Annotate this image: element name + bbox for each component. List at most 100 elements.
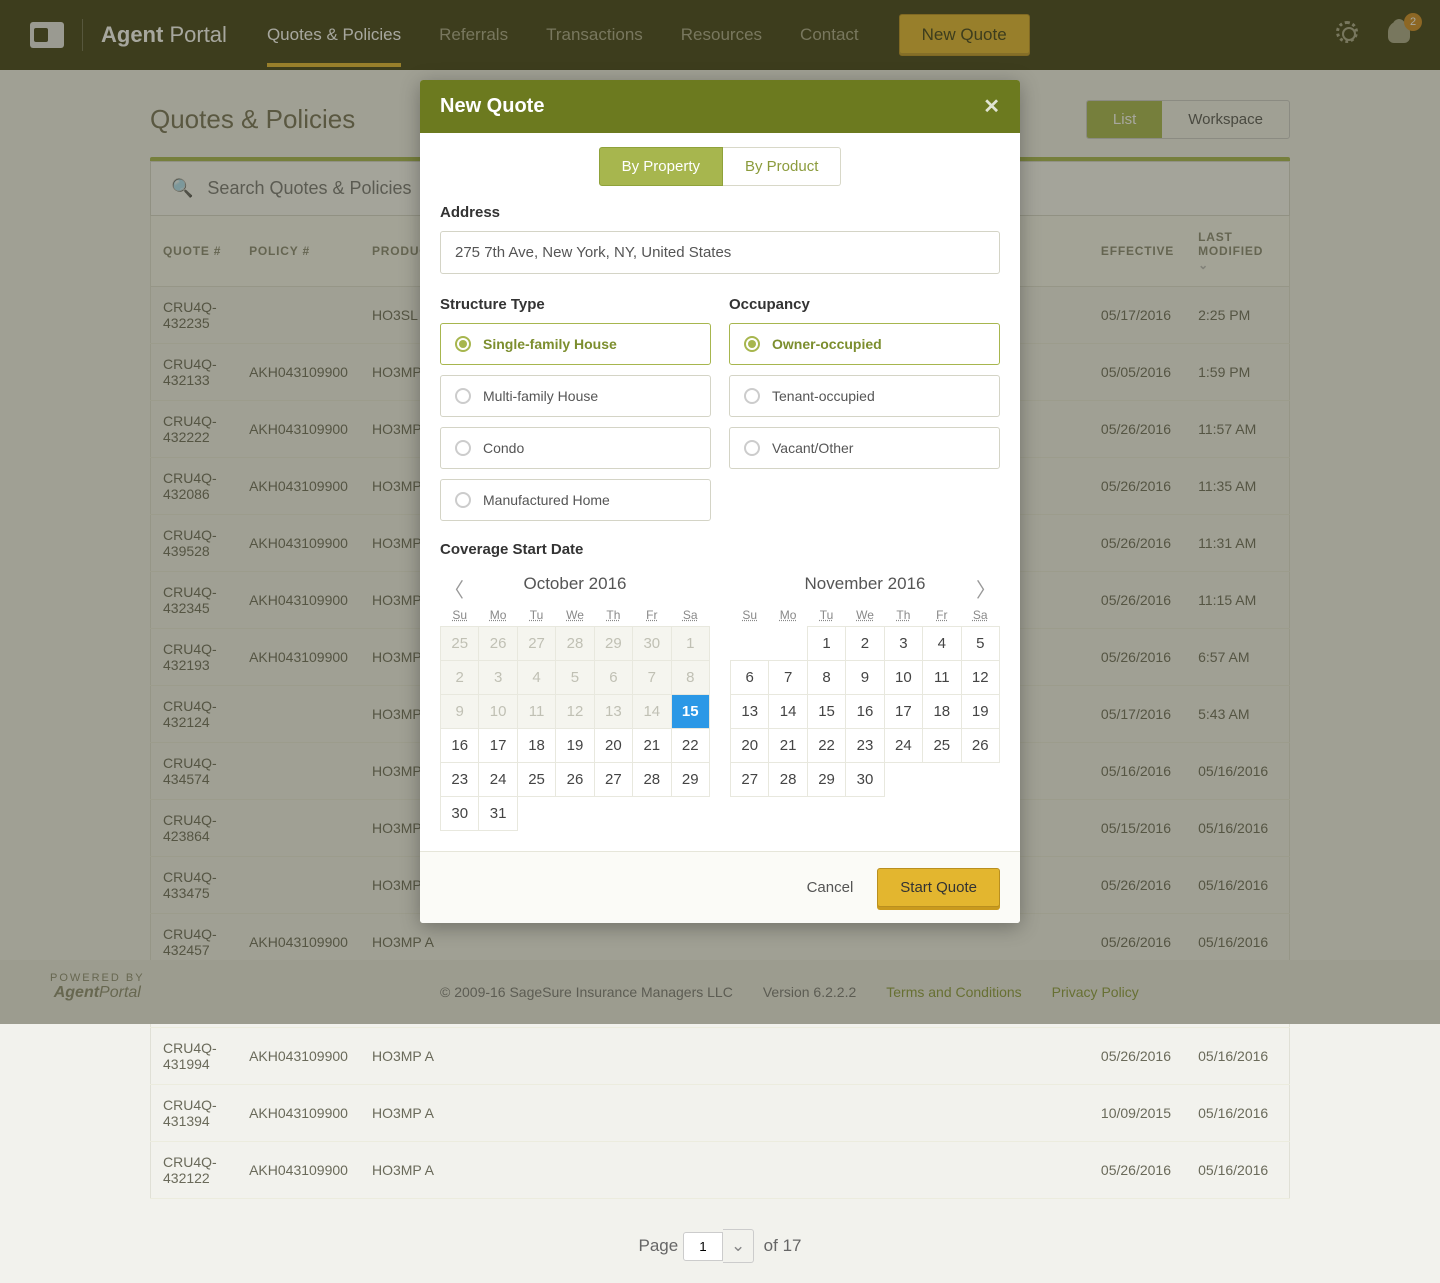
calendar-day[interactable]: 18 [517, 729, 555, 763]
calendar-day[interactable]: 30 [441, 797, 479, 831]
calendar-day[interactable]: 28 [633, 763, 671, 797]
calendar-day[interactable]: 11 [923, 661, 961, 695]
calendar-day[interactable]: 29 [807, 763, 845, 797]
radio-icon [455, 440, 471, 456]
table-row[interactable]: CRU4Q-431394AKH043109900HO3MP A10/09/201… [151, 1085, 1290, 1142]
radio-icon [455, 388, 471, 404]
calendar-day[interactable]: 16 [441, 729, 479, 763]
page-dropdown-button[interactable]: ⌄ [723, 1229, 754, 1263]
label-coverage-start: Coverage Start Date [440, 541, 1000, 558]
calendar-day[interactable]: 21 [633, 729, 671, 763]
calendar-day[interactable]: 1 [807, 627, 845, 661]
calendar-day: 2 [441, 661, 479, 695]
calendar-day[interactable]: 22 [807, 729, 845, 763]
calendar-day: 9 [441, 695, 479, 729]
calendar-day[interactable]: 27 [594, 763, 632, 797]
address-input[interactable] [440, 231, 1000, 274]
calendar-day[interactable]: 18 [923, 695, 961, 729]
calendar-day[interactable]: 19 [556, 729, 594, 763]
structure-manufactured[interactable]: Manufactured Home [440, 479, 711, 521]
day-header: Tu [517, 604, 555, 627]
calendar-day[interactable]: 6 [731, 661, 769, 695]
radio-icon [455, 492, 471, 508]
calendar-day[interactable]: 28 [769, 763, 807, 797]
calendar-day[interactable]: 2 [846, 627, 884, 661]
calendar-day[interactable]: 23 [846, 729, 884, 763]
label-occupancy: Occupancy [729, 296, 1000, 313]
calendar-day[interactable]: 24 [479, 763, 517, 797]
calendar-day: 5 [556, 661, 594, 695]
page-number-input[interactable] [683, 1232, 723, 1261]
label-address: Address [440, 204, 1000, 221]
day-header: Mo [769, 604, 807, 627]
close-icon[interactable]: ✕ [983, 94, 1000, 119]
calendar-day[interactable]: 12 [961, 661, 999, 695]
day-header: Sa [961, 604, 999, 627]
new-quote-modal: New Quote ✕ By Property By Product Addre… [420, 80, 1020, 923]
calendar-day[interactable]: 3 [884, 627, 922, 661]
day-header: We [846, 604, 884, 627]
calendar-day: 27 [517, 627, 555, 661]
calendar-day[interactable]: 9 [846, 661, 884, 695]
occupancy-tenant[interactable]: Tenant-occupied [729, 375, 1000, 417]
calendar-day[interactable]: 25 [923, 729, 961, 763]
calendar-day[interactable]: 26 [961, 729, 999, 763]
calendar-day[interactable]: 20 [731, 729, 769, 763]
calendar-day[interactable]: 30 [846, 763, 884, 797]
calendar-next-button[interactable]: 〉 [968, 570, 1004, 607]
calendar-day[interactable]: 15 [671, 695, 709, 729]
day-header: Mo [479, 604, 517, 627]
tab-by-property[interactable]: By Property [599, 147, 723, 186]
calendar-day: 26 [479, 627, 517, 661]
table-row[interactable]: CRU4Q-431994AKH043109900HO3MP A05/26/201… [151, 1028, 1290, 1085]
calendar-day[interactable]: 26 [556, 763, 594, 797]
calendar-day[interactable]: 8 [807, 661, 845, 695]
cancel-button[interactable]: Cancel [807, 879, 854, 896]
calendar-day[interactable]: 29 [671, 763, 709, 797]
calendar-day: 28 [556, 627, 594, 661]
tab-by-product[interactable]: By Product [723, 147, 841, 186]
calendar-title-b: November 2016 [805, 574, 926, 593]
calendar-day[interactable]: 16 [846, 695, 884, 729]
radio-icon [455, 336, 471, 352]
calendar-day[interactable]: 10 [884, 661, 922, 695]
calendar-day[interactable]: 5 [961, 627, 999, 661]
calendar-day[interactable]: 31 [479, 797, 517, 831]
radio-icon [744, 440, 760, 456]
calendar-day: 13 [594, 695, 632, 729]
calendar-day[interactable]: 13 [731, 695, 769, 729]
label-structure-type: Structure Type [440, 296, 711, 313]
calendar-day[interactable]: 20 [594, 729, 632, 763]
modal-title: New Quote [440, 95, 544, 118]
start-quote-button[interactable]: Start Quote [877, 868, 1000, 907]
calendar-month-a: 〈 October 2016 SuMoTuWeThFrSa25262728293… [440, 568, 710, 831]
calendar-day[interactable]: 21 [769, 729, 807, 763]
calendar-day[interactable]: 17 [479, 729, 517, 763]
occupancy-vacant[interactable]: Vacant/Other [729, 427, 1000, 469]
day-header: We [556, 604, 594, 627]
calendar-day[interactable]: 24 [884, 729, 922, 763]
calendar-day[interactable]: 22 [671, 729, 709, 763]
calendar-day[interactable]: 23 [441, 763, 479, 797]
calendar-day[interactable]: 25 [517, 763, 555, 797]
calendar-day[interactable]: 15 [807, 695, 845, 729]
calendar-day: 30 [633, 627, 671, 661]
occupancy-owner[interactable]: Owner-occupied [729, 323, 1000, 365]
table-row[interactable]: CRU4Q-432122AKH043109900HO3MP A05/26/201… [151, 1142, 1290, 1199]
calendar-day[interactable]: 17 [884, 695, 922, 729]
calendar-day[interactable]: 4 [923, 627, 961, 661]
calendar-day: 10 [479, 695, 517, 729]
calendar-day: 11 [517, 695, 555, 729]
calendar-day[interactable]: 14 [769, 695, 807, 729]
calendar-day: 3 [479, 661, 517, 695]
structure-single-family[interactable]: Single-family House [440, 323, 711, 365]
calendar-title-a: October 2016 [523, 574, 626, 593]
calendar-prev-button[interactable]: 〈 [436, 570, 472, 607]
calendar-day[interactable]: 7 [769, 661, 807, 695]
calendar-day[interactable]: 27 [731, 763, 769, 797]
calendar-day[interactable]: 19 [961, 695, 999, 729]
calendar-day: 4 [517, 661, 555, 695]
structure-condo[interactable]: Condo [440, 427, 711, 469]
structure-multi-family[interactable]: Multi-family House [440, 375, 711, 417]
day-header: Tu [807, 604, 845, 627]
